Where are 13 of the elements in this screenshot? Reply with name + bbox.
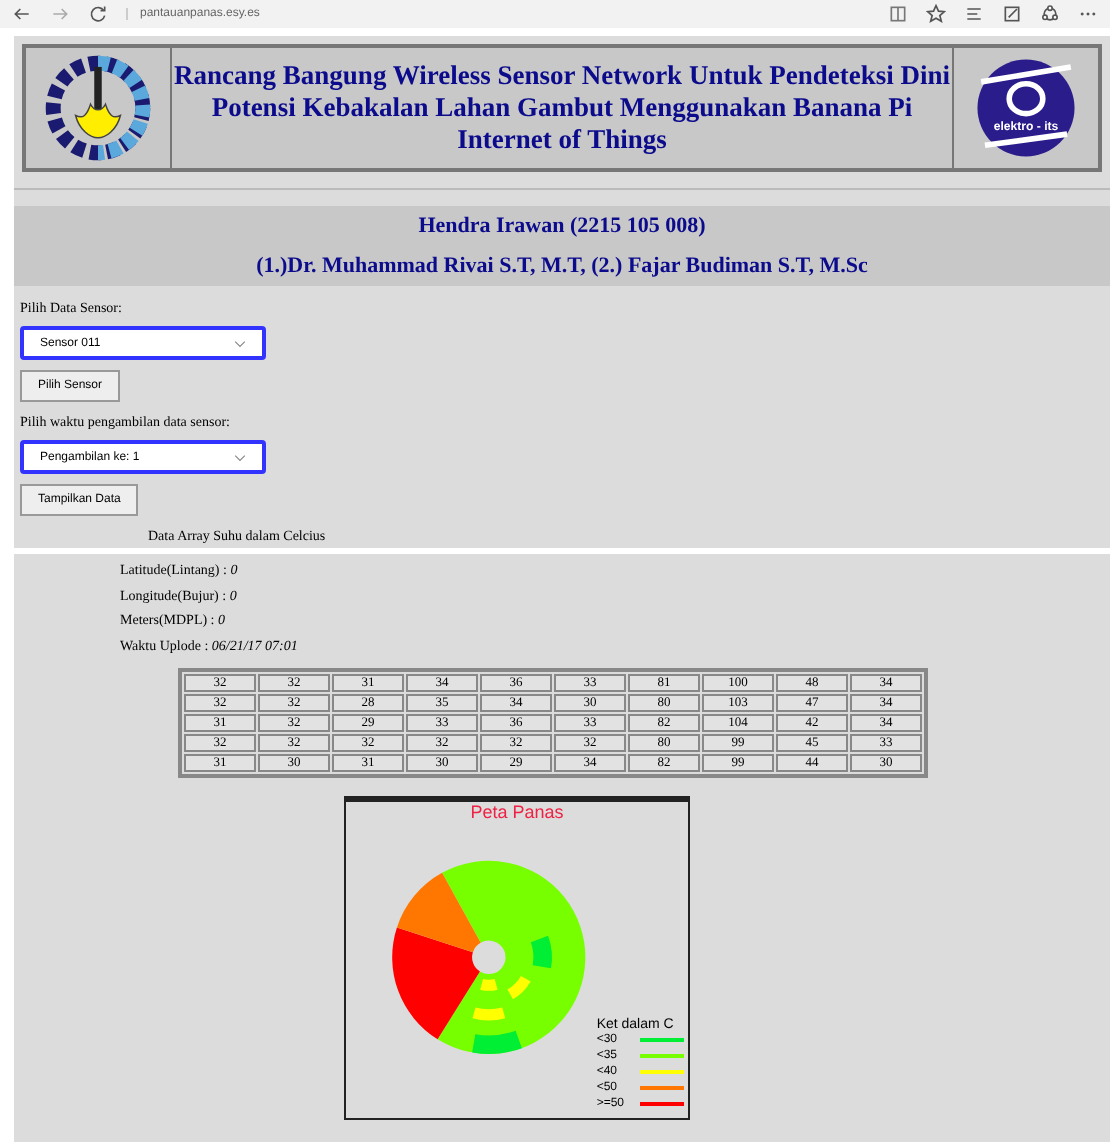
chevron-down-icon xyxy=(234,339,246,347)
chart-title: Peta Panas xyxy=(468,802,566,822)
author-name: Hendra Irawan (2215 105 008) xyxy=(416,212,708,242)
gear-lotus-logo-icon xyxy=(42,52,154,164)
chevron-down-icon xyxy=(234,453,246,461)
note-icon[interactable] xyxy=(1002,4,1022,24)
supervisors-text: (1.)Dr. Muhammad Rivai S.T, M.T, (2.) Fajar Budiman S.T, M.Sc xyxy=(254,252,870,282)
refresh-icon[interactable] xyxy=(88,4,108,24)
back-icon[interactable] xyxy=(12,4,32,24)
share-icon[interactable] xyxy=(1040,4,1060,24)
star-icon[interactable] xyxy=(926,4,946,24)
page-title: Rancang Bangung Wireless Sensor Network Untuk Pendeteksi Dini Potensi Kebakalan Lahan Gambut Menggunakan Banana Pi Internet of Things xyxy=(172,60,952,156)
reading-view-icon[interactable] xyxy=(888,4,908,24)
